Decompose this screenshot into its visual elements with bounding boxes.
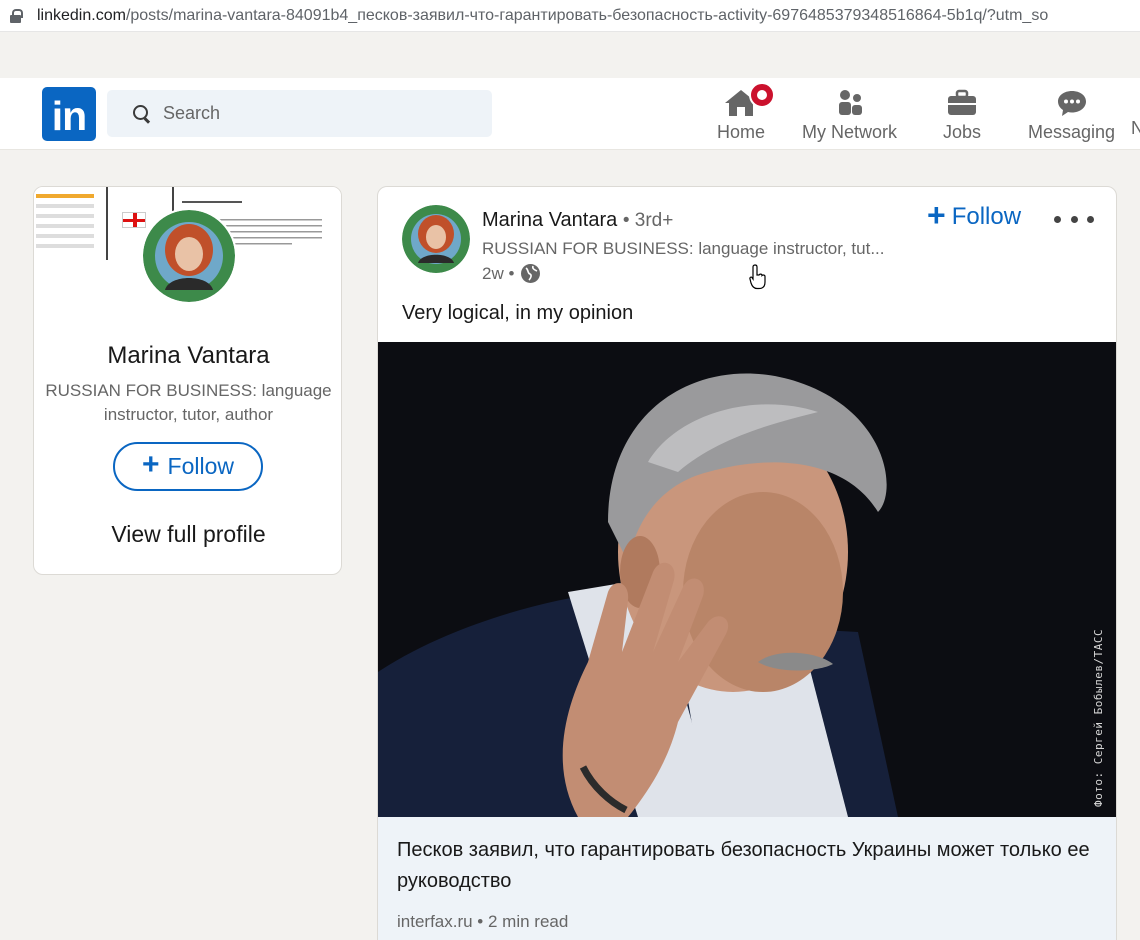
nav-item-cut[interactable]: N	[1131, 118, 1140, 139]
more-options-icon[interactable]	[1054, 207, 1094, 231]
author-name-text: Marina Vantara	[482, 209, 618, 231]
nav-item-home[interactable]: Home	[717, 82, 775, 146]
article-link-card[interactable]: Песков заявил, что гарантировать безопас…	[378, 817, 1116, 940]
hand-cursor-icon	[749, 264, 767, 295]
nav-item-jobs[interactable]: Jobs	[943, 86, 981, 146]
briefcase-icon	[946, 86, 978, 120]
post-author-avatar[interactable]	[402, 205, 470, 273]
image-credit: Фото: Сергей Бобылев/ТАСС	[1092, 628, 1105, 807]
nav-item-label: Jobs	[943, 122, 982, 142]
view-full-profile-link[interactable]: View full profile	[34, 521, 341, 548]
article-title: Песков заявил, что гарантировать безопас…	[397, 839, 1090, 892]
nav-item-label: My Network	[802, 122, 898, 142]
plus-icon: +	[927, 197, 946, 233]
banner-reviews-panel	[34, 187, 106, 260]
post-image[interactable]	[378, 342, 1116, 817]
profile-tagline: RUSSIAN FOR BUSINESS: language instructo…	[45, 381, 332, 424]
search-icon	[133, 104, 151, 123]
messaging-icon	[1056, 86, 1088, 120]
browser-url-bar[interactable]: linkedin.com/posts/marina-vantara-84091b…	[0, 0, 1140, 32]
network-icon	[835, 86, 865, 120]
nav-item-my-network[interactable]: My Network	[802, 86, 897, 146]
top-nav: in Home My Network Jobs Messaging N	[0, 78, 1140, 150]
flag-icon	[122, 212, 146, 228]
feed-post: Marina Vantara • 3rd+ RUSSIAN FOR BUSINE…	[377, 186, 1117, 940]
plus-icon: +	[142, 448, 160, 481]
post-text: Very logical, in my opinion	[402, 302, 634, 324]
url-path: /posts/marina-vantara-84091b4_песков-зая…	[125, 6, 1049, 24]
nav-item-messaging[interactable]: Messaging	[1028, 86, 1115, 146]
article-source: interfax.ru • 2 min read	[397, 912, 569, 931]
url-host: linkedin.com	[37, 6, 126, 24]
linkedin-logo[interactable]: in	[42, 87, 96, 141]
post-age: 2w •	[482, 263, 515, 283]
url-text[interactable]: linkedin.com/posts/marina-vantara-84091b…	[37, 7, 1048, 25]
profile-avatar[interactable]	[141, 208, 237, 304]
post-author-headline: RUSSIAN FOR BUSINESS: language instructo…	[482, 239, 885, 258]
search-input[interactable]	[163, 103, 463, 124]
search-box[interactable]	[107, 90, 492, 137]
nav-item-label: Messaging	[1028, 122, 1116, 142]
nav-item-label: Home	[717, 122, 766, 142]
lock-icon	[10, 8, 23, 23]
follow-label: Follow	[167, 453, 234, 479]
profile-card: Marina Vantara RUSSIAN FOR BUSINESS: lan…	[33, 186, 342, 575]
globe-icon	[520, 263, 541, 284]
follow-label: Follow	[951, 203, 1022, 230]
notification-badge	[749, 82, 775, 108]
profile-follow-button[interactable]: + Follow	[113, 442, 263, 491]
profile-name[interactable]: Marina Vantara	[34, 342, 341, 370]
connection-degree: • 3rd+	[622, 210, 674, 231]
home-icon	[723, 82, 775, 120]
post-author-name[interactable]: Marina Vantara • 3rd+	[482, 209, 673, 232]
post-meta: 2w •	[482, 263, 541, 284]
post-follow-button[interactable]: + Follow	[927, 199, 1022, 231]
